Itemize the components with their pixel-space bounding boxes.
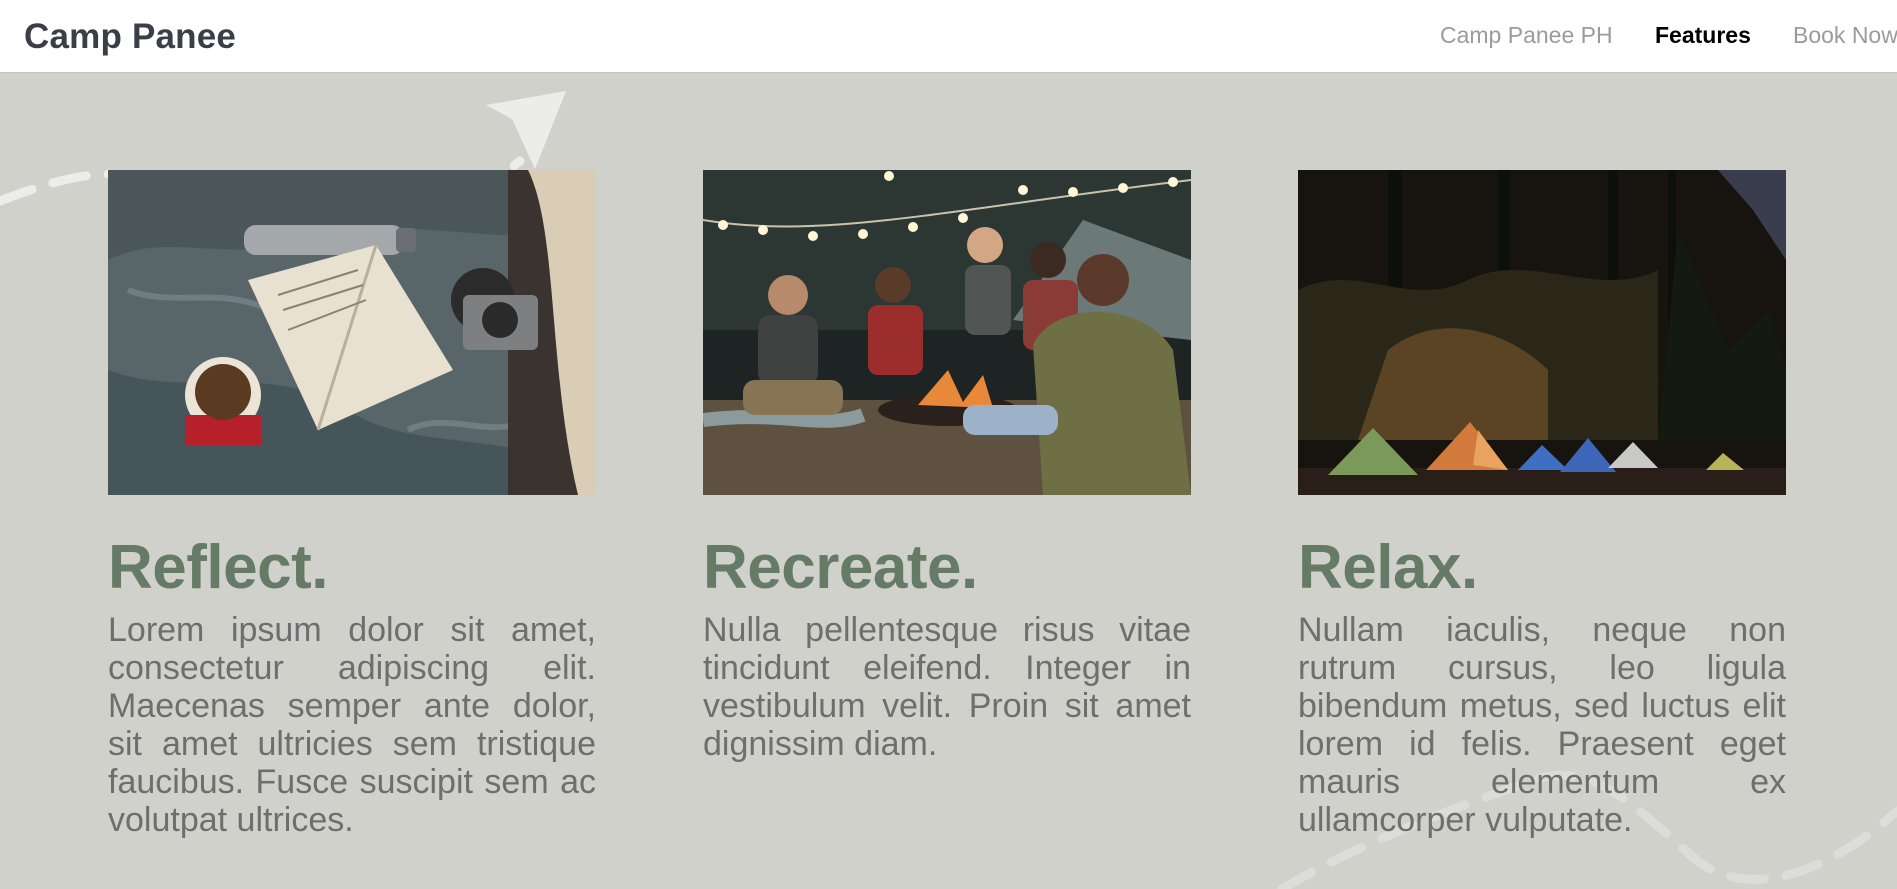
feature-description: Lorem ipsum dolor sit amet, consectetur … bbox=[108, 611, 596, 839]
feature-title: Recreate. bbox=[703, 533, 978, 602]
paper-plane-arrow-icon bbox=[486, 91, 566, 169]
nav-link-features[interactable]: Features bbox=[1655, 22, 1751, 49]
tents-in-forest-night-photo bbox=[1298, 170, 1786, 495]
friends-roasting-marshmallows-campfire-photo bbox=[703, 170, 1191, 495]
feature-description: Nulla pellentesque risus vitae tincidunt… bbox=[703, 611, 1191, 763]
feature-title: Relax. bbox=[1298, 533, 1478, 602]
nav-link-camp-panee-ph[interactable]: Camp Panee PH bbox=[1440, 22, 1613, 49]
picnic-blanket-book-camera-mug-photo bbox=[108, 170, 596, 495]
nav-link-book-now[interactable]: Book Now bbox=[1793, 22, 1897, 49]
feature-card-recreate: Recreate. Nulla pellentesque risus vitae… bbox=[703, 170, 1191, 763]
feature-card-reflect: Reflect. Lorem ipsum dolor sit amet, con… bbox=[108, 170, 596, 839]
brand-logo[interactable]: Camp Panee bbox=[24, 17, 236, 57]
feature-description: Nullam iaculis, neque non rutrum cursus,… bbox=[1298, 611, 1786, 839]
feature-card-relax: Relax. Nullam iaculis, neque non rutrum … bbox=[1298, 170, 1786, 839]
site-header: Camp Panee Camp Panee PH Features Book N… bbox=[0, 0, 1897, 73]
feature-title: Reflect. bbox=[108, 533, 328, 602]
